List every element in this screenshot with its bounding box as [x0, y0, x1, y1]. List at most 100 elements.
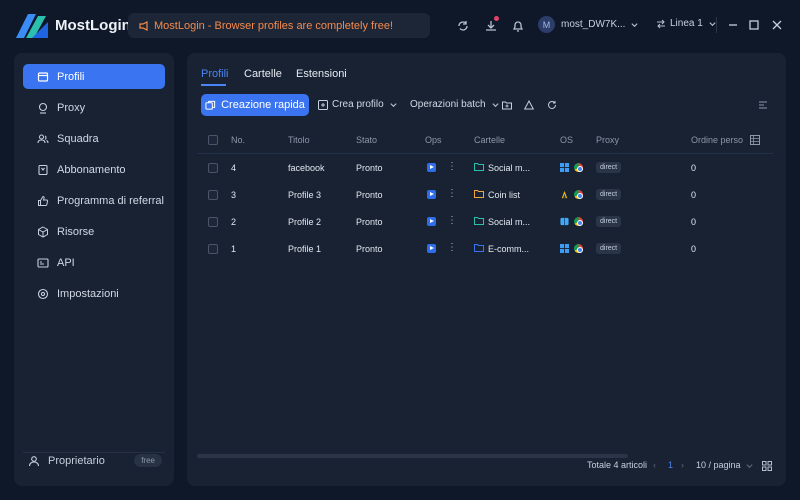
sidebar-item-resources[interactable]: Risorse [23, 219, 165, 244]
sidebar-item-api[interactable]: API [23, 250, 165, 275]
page-size-select[interactable]: 10 / pagina [696, 460, 741, 470]
more-icon[interactable]: ⋮ [447, 215, 457, 226]
tab-folders[interactable]: Cartelle [244, 68, 282, 80]
sidebar-item-label: API [57, 256, 75, 269]
sidebar: Profili Proxy Squadra Abbonamento Progra… [14, 53, 174, 486]
select-all-checkbox[interactable] [208, 135, 218, 145]
prev-page-icon[interactable]: ‹ [653, 460, 656, 470]
windows-icon [560, 163, 569, 172]
column-header: OS [560, 135, 574, 145]
column-header: Proxy [596, 135, 620, 145]
chrome-icon [574, 244, 583, 253]
play-icon[interactable] [427, 190, 436, 199]
profiles-icon [37, 71, 49, 82]
row-order: 0 [691, 217, 697, 227]
sidebar-item-team[interactable]: Squadra [23, 126, 165, 151]
more-icon[interactable]: ⋮ [447, 188, 457, 199]
add-box-icon [318, 99, 328, 110]
promo-notice[interactable]: MostLogin - Browser profiles are complet… [128, 13, 430, 38]
chevron-down-icon [390, 103, 397, 108]
sidebar-item-subscription[interactable]: Abbonamento [23, 157, 165, 182]
column-header: Cartelle [474, 135, 506, 145]
next-page-icon[interactable]: › [681, 460, 684, 470]
sidebar-item-profiles[interactable]: Profili [23, 64, 165, 89]
row-checkbox[interactable] [208, 190, 218, 200]
cube-icon [38, 225, 48, 238]
row-checkbox[interactable] [208, 217, 218, 227]
proxy-badge: direct [596, 162, 622, 173]
sidebar-item-label: Abbonamento [57, 163, 126, 176]
row-title: Profile 2 [288, 217, 322, 227]
owner-account[interactable]: Proprietario free [28, 454, 162, 467]
row-order: 0 [691, 163, 697, 173]
quick-create-button[interactable]: Creazione rapida [201, 94, 309, 116]
copy-icon [205, 100, 216, 110]
tab-extensions[interactable]: Estensioni [296, 68, 347, 80]
sidebar-item-label: Impostazioni [57, 287, 119, 300]
column-settings-icon[interactable] [758, 100, 768, 110]
folder-icon [474, 190, 484, 198]
sidebar-item-settings[interactable]: Impostazioni [23, 281, 165, 306]
batch-operations-button[interactable]: Operazioni batch [410, 99, 500, 110]
proxy-badge: direct [596, 189, 622, 200]
warning-icon[interactable] [524, 100, 534, 110]
row-status: Pronto [356, 163, 383, 173]
row-status: Pronto [356, 217, 383, 227]
row-folder: Social m... [488, 217, 531, 227]
horizontal-scrollbar[interactable] [197, 454, 628, 458]
batch-operations-label: Operazioni batch [410, 99, 486, 110]
refresh-icon[interactable] [547, 100, 557, 110]
sidebar-item-label: Profili [57, 70, 85, 83]
create-profile-button[interactable]: Crea profilo [318, 99, 398, 110]
chrome-icon [574, 190, 583, 199]
tab-profiles[interactable]: Profili [201, 68, 229, 80]
play-icon[interactable] [427, 163, 436, 172]
minimize-icon[interactable] [727, 19, 739, 31]
chevron-down-icon [746, 464, 753, 469]
divider [23, 452, 165, 453]
current-page[interactable]: 1 [668, 460, 673, 470]
more-icon[interactable]: ⋮ [447, 161, 457, 172]
quick-create-label: Creazione rapida [221, 99, 305, 111]
bell-icon[interactable] [511, 19, 525, 33]
row-checkbox[interactable] [208, 244, 218, 254]
sidebar-item-label: Squadra [57, 132, 99, 145]
sidebar-item-label: Risorse [57, 225, 95, 238]
column-header: Ops [425, 135, 442, 145]
sidebar-item-proxy[interactable]: Proxy [23, 95, 165, 120]
proxy-icon [38, 102, 48, 114]
windows-icon [560, 244, 569, 253]
sidebar-item-label: Programma di referral [57, 194, 164, 207]
user-icon [28, 455, 40, 466]
row-status: Pronto [356, 190, 383, 200]
maximize-icon[interactable] [748, 19, 760, 31]
row-number: 2 [231, 217, 237, 227]
chrome-icon [574, 217, 583, 226]
subscription-icon [38, 164, 48, 175]
row-folder: Coin list [488, 190, 521, 200]
sidebar-item-referral[interactable]: Programma di referral [23, 188, 165, 213]
row-order: 0 [691, 244, 697, 254]
row-title: Profile 3 [288, 190, 322, 200]
folder-add-icon[interactable] [502, 100, 512, 110]
line-selector[interactable]: Linea 1 [656, 18, 717, 29]
linux-icon [561, 190, 568, 199]
row-checkbox[interactable] [208, 163, 218, 173]
play-icon[interactable] [427, 244, 436, 253]
user-name: most_DW7K... [561, 19, 626, 30]
row-number: 4 [231, 163, 237, 173]
active-tab-indicator [201, 84, 226, 86]
close-icon[interactable] [771, 19, 783, 31]
row-folder: Social m... [488, 163, 531, 173]
download-icon[interactable] [484, 19, 498, 33]
sync-icon[interactable] [456, 19, 470, 33]
grid-view-icon[interactable] [762, 461, 772, 471]
table-settings-icon[interactable] [750, 135, 760, 145]
play-icon[interactable] [427, 217, 436, 226]
divider [716, 17, 717, 33]
mac-icon [560, 217, 569, 226]
user-menu[interactable]: M most_DW7K... [538, 16, 639, 33]
column-header: Titolo [288, 135, 310, 145]
line-label: Linea 1 [670, 18, 703, 29]
more-icon[interactable]: ⋮ [447, 242, 457, 253]
